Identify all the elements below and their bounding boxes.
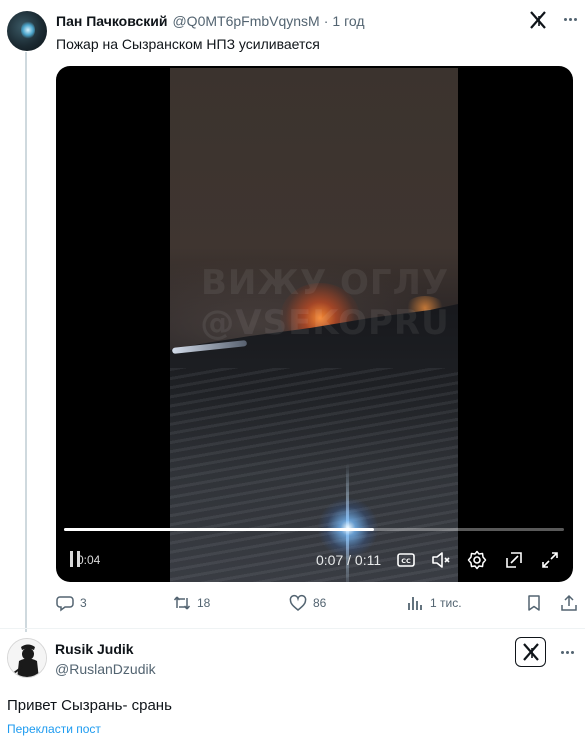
post-actions: 3 18 86 1 тис.: [0, 594, 585, 618]
video-timecode: 0:07 / 0:11: [316, 552, 382, 568]
like-icon: [289, 594, 307, 611]
repost-count: 18: [197, 596, 211, 610]
share-button[interactable]: [560, 594, 578, 612]
views-icon: [408, 597, 422, 610]
captions-icon[interactable]: CC: [396, 550, 416, 570]
bookmark-button[interactable]: [525, 594, 543, 612]
video-player[interactable]: ВИЖУ ОГЛУ @VSEKOPRU 0:04 0:07 / 0:11 CC: [56, 66, 573, 582]
settings-icon[interactable]: [467, 550, 487, 570]
video-elapsed: 0:04: [77, 553, 101, 567]
reply-button[interactable]: 3: [56, 594, 87, 612]
reply-count: 3: [80, 596, 87, 610]
post-text: Пожар на Сызранском НПЗ усиливается: [56, 36, 320, 52]
video-frame: ВИЖУ ОГЛУ @VSEKOPRU: [170, 68, 458, 582]
more-icon[interactable]: [559, 8, 581, 30]
fullscreen-icon[interactable]: [540, 550, 560, 570]
views-count: 1 тис.: [430, 596, 462, 610]
x-logo-icon: [528, 10, 548, 30]
bookmark-icon: [528, 595, 540, 611]
post-timestamp[interactable]: 1 год: [332, 13, 364, 29]
translate-link[interactable]: Перекласти пост: [7, 722, 101, 736]
post-reply[interactable]: Rusik Judik @RuslanDzudik Привет Сызрань…: [0, 628, 585, 748]
thread-line: [25, 52, 27, 632]
video-watermark: ВИЖУ ОГЛУ @VSEKOPRU: [200, 263, 450, 343]
views-button[interactable]: 1 тис.: [406, 594, 462, 612]
post-text: Привет Сызрань- срань: [7, 697, 172, 714]
like-button[interactable]: 86: [289, 594, 326, 612]
author-handle[interactable]: @RuslanDzudik: [55, 661, 156, 677]
post-quoted[interactable]: Пан Пачковский @Q0MT6pFmbVqynsM · 1 год …: [0, 0, 585, 632]
avatar[interactable]: [7, 11, 47, 51]
repost-icon: [173, 596, 191, 610]
video-progress-fill: [64, 528, 374, 531]
repost-button[interactable]: 18: [173, 594, 210, 612]
author-name[interactable]: Rusik Judik: [55, 641, 134, 657]
svg-text:CC: CC: [401, 557, 411, 565]
more-icon[interactable]: [556, 641, 578, 663]
mute-icon[interactable]: [431, 550, 451, 570]
share-icon: [561, 594, 577, 611]
author-name[interactable]: Пан Пачковский: [56, 13, 167, 29]
post-header: Пан Пачковский @Q0MT6pFmbVqynsM · 1 год: [56, 13, 365, 29]
popout-icon[interactable]: [504, 550, 524, 570]
like-count: 86: [313, 596, 327, 610]
author-handle[interactable]: @Q0MT6pFmbVqynsM: [172, 13, 319, 29]
x-logo-icon: [515, 637, 546, 667]
avatar[interactable]: [7, 638, 47, 678]
reply-icon: [56, 596, 74, 612]
video-progress-bar[interactable]: [64, 528, 564, 531]
separator-dot: ·: [323, 13, 329, 29]
